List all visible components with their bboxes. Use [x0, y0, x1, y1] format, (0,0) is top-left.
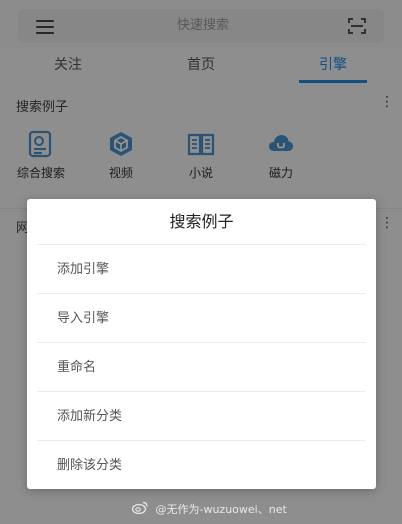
menu-item-add-engine[interactable]: 添加引擎 [37, 244, 366, 293]
watermark: @无作为-wuzuowei、net [131, 501, 287, 519]
menu-item-label: 导入引擎 [57, 311, 110, 326]
menu-item-rename[interactable]: 重命名 [37, 342, 366, 391]
menu-item-delete-category[interactable]: 删除该分类 [37, 440, 366, 489]
category-options-dialog: 搜索例子 添加引擎 导入引擎 重命名 添加新分类 删除该分类 [27, 199, 376, 489]
menu-item-label: 重命名 [57, 360, 97, 375]
menu-item-label: 添加新分类 [57, 409, 123, 424]
menu-item-label: 添加引擎 [57, 262, 110, 277]
menu-item-import-engine[interactable]: 导入引擎 [37, 293, 366, 342]
weibo-logo-icon [131, 501, 148, 517]
dialog-title: 搜索例子 [169, 212, 234, 231]
menu-item-label: 删除该分类 [57, 458, 123, 473]
watermark-text: @无作为-wuzuowei、net [155, 503, 287, 516]
menu-item-add-category[interactable]: 添加新分类 [37, 391, 366, 440]
